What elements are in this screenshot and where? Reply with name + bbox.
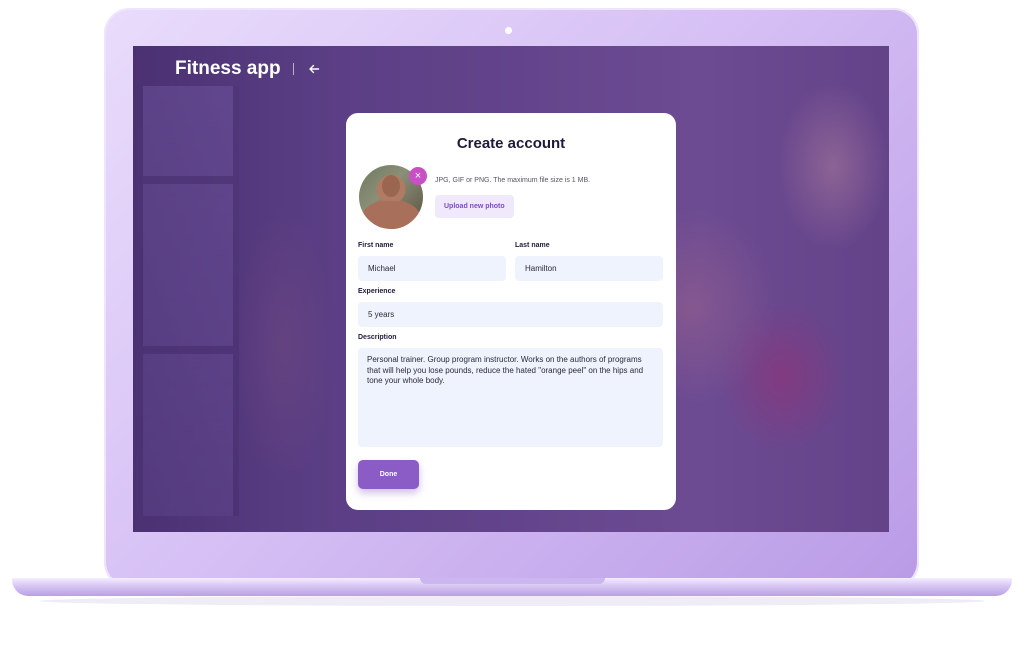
experience-label: Experience xyxy=(358,288,396,295)
photo-info: JPG, GIF or PNG. The maximum file size i… xyxy=(435,177,590,218)
arrow-left-icon[interactable] xyxy=(306,61,322,77)
camera-dot xyxy=(505,27,512,34)
experience-field[interactable]: 5 years xyxy=(358,302,663,327)
close-icon[interactable]: × xyxy=(409,167,427,185)
app-title: Fitness app xyxy=(175,58,281,79)
card-title: Create account xyxy=(456,135,566,152)
first-name-field[interactable]: Michael xyxy=(358,256,506,281)
last-name-field[interactable]: Hamilton xyxy=(515,256,663,281)
header-divider xyxy=(292,63,294,75)
description-label: Description xyxy=(358,334,397,341)
laptop-base-notch xyxy=(420,578,605,584)
last-name-label: Last name xyxy=(515,242,550,249)
laptop-shadow xyxy=(40,596,985,606)
laptop-screen: Fitness app Create account × JPG, GIF or… xyxy=(133,46,889,532)
laptop-mockup: Fitness app Create account × JPG, GIF or… xyxy=(0,0,1025,656)
create-account-card: Create account × JPG, GIF or PNG. The ma… xyxy=(346,113,676,510)
photo-section: × JPG, GIF or PNG. The maximum file size… xyxy=(359,165,590,229)
photo-hint: JPG, GIF or PNG. The maximum file size i… xyxy=(435,177,591,184)
upload-photo-button[interactable]: Upload new photo xyxy=(435,195,514,218)
avatar: × xyxy=(359,165,427,229)
first-name-label: First name xyxy=(358,242,394,249)
description-textarea[interactable]: Personal trainer. Group program instruct… xyxy=(358,348,663,447)
done-button[interactable]: Done xyxy=(358,460,419,489)
app-header: Fitness app xyxy=(175,58,322,80)
